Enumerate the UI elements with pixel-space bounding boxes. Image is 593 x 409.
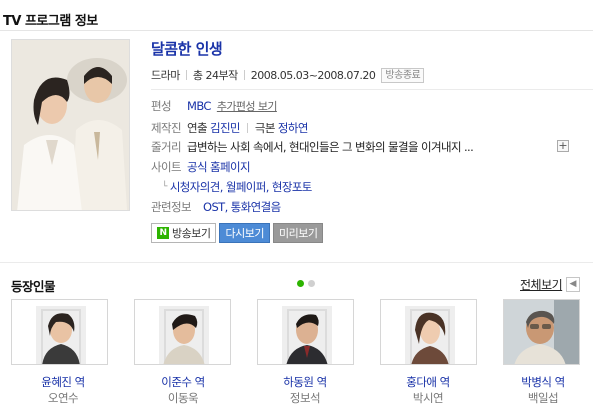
cast-section-title: 등장인물 [11,279,56,294]
site-sub-row: └ 시청자의견, 월페이퍼, 현장포토 [162,179,312,195]
episode-count: 총 24부작 [192,69,238,82]
plot-summary: 급변하는 사회 속에서, 현대인들은 그 변화의 물결을 이겨내지 ... [187,140,474,154]
cast-role-link[interactable]: 박병식 역 [493,374,593,390]
cast-role-link[interactable]: 윤혜진 역 [13,374,113,390]
cast-photo[interactable] [380,299,477,365]
plot-row: 줄거리 급변하는 사회 속에서, 현대인들은 그 변화의 물결을 이겨내지 ..… [151,139,474,155]
prev-icon[interactable]: ◀ [566,277,580,292]
writer-link[interactable]: 정하연 [278,120,309,136]
related-links[interactable]: OST, 통화연결음 [203,199,281,215]
divider [185,70,187,80]
cast-role-link[interactable]: 하동원 역 [255,374,355,390]
watch-button[interactable]: N 방송보기 [151,223,217,243]
page-dot-active[interactable] [297,280,304,287]
writer-role: 극본 [254,121,276,135]
watch-label: 방송보기 [172,227,211,240]
channel-label: 편성 [151,99,172,113]
cast-photo[interactable] [503,299,580,365]
divider [243,70,245,80]
site-row: 사이트 공식 홈페이지 [151,159,251,175]
cast-actor-name[interactable]: 이동욱 [133,390,233,406]
extra-schedule-link[interactable]: 추가편성 보기 [217,98,278,114]
cast-actor-name[interactable]: 정보석 [255,390,355,406]
sub-bullet-icon: └ [162,182,167,192]
director-link[interactable]: 김진민 [210,120,241,136]
preview-button[interactable]: 미리보기 [272,223,324,243]
cast-role-link[interactable]: 홍다애 역 [378,374,478,390]
cast-photo[interactable] [257,299,354,365]
plot-label: 줄거리 [151,140,182,154]
section-title: TV 프로그램 정보 [3,14,98,29]
cast-actor-name[interactable]: 백일섭 [493,390,593,406]
cast-card[interactable] [257,299,367,365]
site-label: 사이트 [151,160,182,174]
cast-card[interactable] [380,299,490,365]
program-poster[interactable] [11,39,130,211]
director-role: 연출 [187,121,208,135]
cast-actor-name[interactable]: 오연수 [13,390,113,406]
site-sub-links[interactable]: 시청자의견, 월페이퍼, 현장포토 [170,179,313,195]
cast-photo[interactable] [134,299,231,365]
carousel-nav: ◀ [566,277,580,292]
naver-n-icon: N [157,227,169,239]
expand-plot-button[interactable]: + [557,140,569,152]
divider [0,30,593,31]
channel-link[interactable]: MBC [187,99,211,113]
related-row: 관련정보 OST, 통화연결음 [151,199,281,215]
official-site-link[interactable]: 공식 홈페이지 [187,159,251,175]
crew-label: 제작진 [151,121,182,135]
view-all-link[interactable]: 전체보기 [520,276,563,293]
status-badge: 방송종료 [381,67,425,83]
broadcast-period: 2008.05.03~2008.07.20 [250,68,376,82]
cast-actor-name[interactable]: 박시연 [378,390,478,406]
program-title[interactable]: 달콤한 인생 [151,38,223,59]
carousel-pagination [297,280,315,287]
crew-row: 제작진 연출 김진민 극본 정하연 [151,120,308,136]
genre: 드라마 [151,69,180,82]
cast-card[interactable] [134,299,244,365]
channel-row: 편성 MBC 추가편성 보기 [151,98,277,114]
divider [246,123,248,133]
action-buttons: N 방송보기 다시보기 미리보기 [151,223,324,243]
cast-card[interactable] [11,299,121,365]
divider [0,262,593,263]
related-label: 관련정보 [151,200,192,214]
replay-button[interactable]: 다시보기 [219,223,270,243]
program-meta: 드라마 총 24부작 2008.05.03~2008.07.20 방송종료 [151,67,425,83]
cast-photo[interactable] [11,299,108,365]
divider [151,89,593,90]
cast-role-link[interactable]: 이준수 역 [133,374,233,390]
cast-card[interactable] [503,299,593,365]
page-dot[interactable] [308,280,315,287]
